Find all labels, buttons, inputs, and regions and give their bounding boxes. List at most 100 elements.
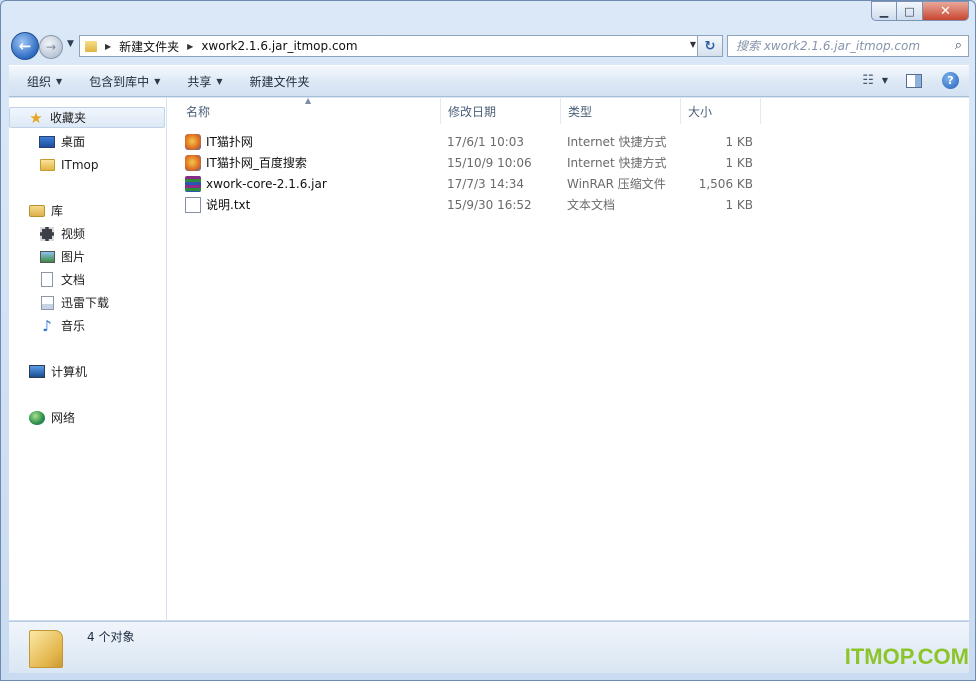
file-list: ▲ 名称 修改日期 类型 大小 IT猫扑网 17/6/1 10:03 Inter… [167, 96, 969, 620]
music-note-icon: ♪ [42, 316, 52, 335]
sidebar-item-label: 网络 [51, 411, 76, 425]
sidebar-item-label: 桌面 [61, 135, 86, 149]
chevron-down-icon: ▼ [56, 76, 63, 86]
sidebar-item-label: 视频 [61, 227, 86, 241]
maximize-button[interactable]: □ [897, 1, 923, 21]
view-controls: ☷ ▼ ? [862, 72, 959, 89]
folder-icon [29, 630, 63, 668]
sidebar-item-favorites[interactable]: ★ 收藏夹 [9, 107, 165, 128]
column-header-name[interactable]: 名称 [179, 98, 441, 124]
refresh-button[interactable]: ↻ [697, 35, 723, 57]
breadcrumb-current-folder[interactable]: xwork2.1.6.jar_itmop.com [201, 39, 357, 53]
internet-shortcut-icon [185, 133, 201, 150]
forward-arrow-icon: → [45, 40, 57, 54]
sidebar-item-thunder-downloads[interactable]: 迅雷下载 [9, 292, 166, 313]
column-header-date[interactable]: 修改日期 [441, 98, 561, 124]
navigation-pane: ★ 收藏夹 桌面 ITmop 库 视频 图片 文档 迅雷下载 ♪ 音乐 计算机 … [9, 98, 167, 620]
search-box[interactable]: ⌕ [727, 35, 969, 57]
view-options-dropdown[interactable]: ▼ [882, 76, 888, 85]
back-arrow-icon: ← [18, 37, 32, 55]
sidebar-item-videos[interactable]: 视频 [9, 223, 166, 244]
breadcrumb-new-folder[interactable]: 新建文件夹 [119, 38, 179, 55]
address-history-dropdown[interactable]: ▼ [690, 40, 696, 49]
organize-button[interactable]: 组织 ▼ [9, 66, 71, 96]
file-size: 1,506 KB [698, 176, 753, 191]
folder-icon [85, 40, 97, 52]
sidebar-item-label: 文档 [61, 273, 86, 287]
file-name-cell: xwork-core-2.1.6.jar [185, 173, 327, 194]
search-input[interactable] [736, 39, 941, 53]
share-label: 共享 [187, 74, 212, 89]
change-view-icon[interactable]: ☷ [862, 73, 874, 88]
table-row[interactable]: 说明.txt 15/9/30 16:52 文本文档 1 KB [167, 194, 767, 215]
sidebar-item-label: 收藏夹 [50, 111, 87, 125]
table-row[interactable]: IT猫扑网_百度搜索 15/10/9 10:06 Internet 快捷方式 1… [167, 152, 767, 173]
minimize-button[interactable]: ▁ [871, 1, 897, 21]
file-name-cell: 说明.txt [185, 194, 250, 215]
chevron-down-icon: ▼ [154, 76, 161, 86]
breadcrumb-chevron-icon[interactable]: ▶ [105, 42, 111, 51]
close-button[interactable]: ✕ [923, 1, 969, 21]
forward-button[interactable]: → [39, 35, 63, 59]
file-type: 文本文档 [567, 198, 616, 212]
watermark: ITMOP.COM [844, 644, 969, 669]
address-bar[interactable]: ▶ 新建文件夹 ▶ xwork2.1.6.jar_itmop.com ▼ [79, 35, 701, 57]
sidebar-item-desktop[interactable]: 桌面 [9, 131, 166, 152]
sidebar-item-documents[interactable]: 文档 [9, 269, 166, 290]
sidebar-item-label: 图片 [61, 250, 86, 264]
column-header-size[interactable]: 大小 [681, 98, 761, 124]
back-button[interactable]: ← [11, 32, 39, 60]
file-name: IT猫扑网_百度搜索 [206, 156, 307, 170]
sidebar-item-pictures[interactable]: 图片 [9, 246, 166, 267]
download-library-icon [39, 295, 55, 311]
breadcrumb-chevron-icon[interactable]: ▶ [187, 42, 193, 51]
include-in-library-button[interactable]: 包含到库中 ▼ [71, 66, 169, 96]
sidebar-item-label: 库 [51, 204, 64, 218]
folder-icon [39, 157, 55, 173]
new-folder-button[interactable]: 新建文件夹 [232, 66, 319, 96]
item-count: 4 个对象 [87, 630, 135, 644]
main-area: ★ 收藏夹 桌面 ITmop 库 视频 图片 文档 迅雷下载 ♪ 音乐 计算机 … [9, 96, 969, 620]
text-document-icon [185, 196, 201, 213]
sidebar-item-libraries[interactable]: 库 [9, 200, 166, 221]
table-row[interactable]: IT猫扑网 17/6/1 10:03 Internet 快捷方式 1 KB [167, 131, 767, 152]
sidebar-item-label: 计算机 [51, 365, 88, 379]
caption-buttons: ▁ □ ✕ [871, 1, 969, 21]
file-date: 17/7/3 14:34 [447, 176, 525, 191]
file-date: 17/6/1 10:03 [447, 134, 525, 149]
help-icon[interactable]: ? [942, 72, 959, 89]
share-button[interactable]: 共享 ▼ [169, 66, 231, 96]
recent-pages-dropdown[interactable]: ▼ [67, 39, 74, 49]
command-bar: 组织 ▼ 包含到库中 ▼ 共享 ▼ 新建文件夹 ☷ ▼ ? [9, 65, 969, 97]
explorer-window: ▁ □ ✕ ← → ▼ ▶ 新建文件夹 ▶ xwork2.1.6.jar_itm… [0, 0, 976, 681]
new-folder-label: 新建文件夹 [249, 74, 310, 89]
desktop-icon [39, 134, 55, 150]
file-size: 1 KB [725, 197, 753, 212]
include-in-library-label: 包含到库中 [89, 74, 150, 89]
file-type: Internet 快捷方式 [567, 135, 667, 149]
file-name-cell: IT猫扑网 [185, 131, 253, 152]
sidebar-item-itmop[interactable]: ITmop [9, 154, 166, 175]
video-icon [39, 226, 55, 242]
details-pane: 4 个对象 [9, 621, 969, 673]
file-name: xwork-core-2.1.6.jar [206, 176, 327, 191]
sidebar-item-music[interactable]: ♪ 音乐 [9, 315, 166, 336]
file-type: Internet 快捷方式 [567, 156, 667, 170]
preview-pane-icon[interactable] [906, 73, 922, 88]
file-name: 说明.txt [206, 198, 251, 212]
file-size: 1 KB [725, 134, 753, 149]
document-icon [39, 272, 55, 288]
file-name-cell: IT猫扑网_百度搜索 [185, 152, 307, 173]
file-name: IT猫扑网 [206, 135, 253, 149]
chevron-down-icon: ▼ [216, 76, 223, 86]
column-header-type[interactable]: 类型 [561, 98, 681, 124]
sidebar-item-label: 音乐 [61, 319, 86, 333]
table-row[interactable]: xwork-core-2.1.6.jar 17/7/3 14:34 WinRAR… [167, 173, 767, 194]
search-icon[interactable]: ⌕ [955, 38, 962, 53]
winrar-archive-icon [185, 175, 201, 192]
sidebar-item-network[interactable]: 网络 [9, 407, 166, 428]
sidebar-item-label: ITmop [61, 157, 99, 172]
sidebar-item-label: 迅雷下载 [61, 296, 110, 310]
file-date: 15/10/9 10:06 [447, 155, 532, 170]
sidebar-item-computer[interactable]: 计算机 [9, 361, 166, 382]
